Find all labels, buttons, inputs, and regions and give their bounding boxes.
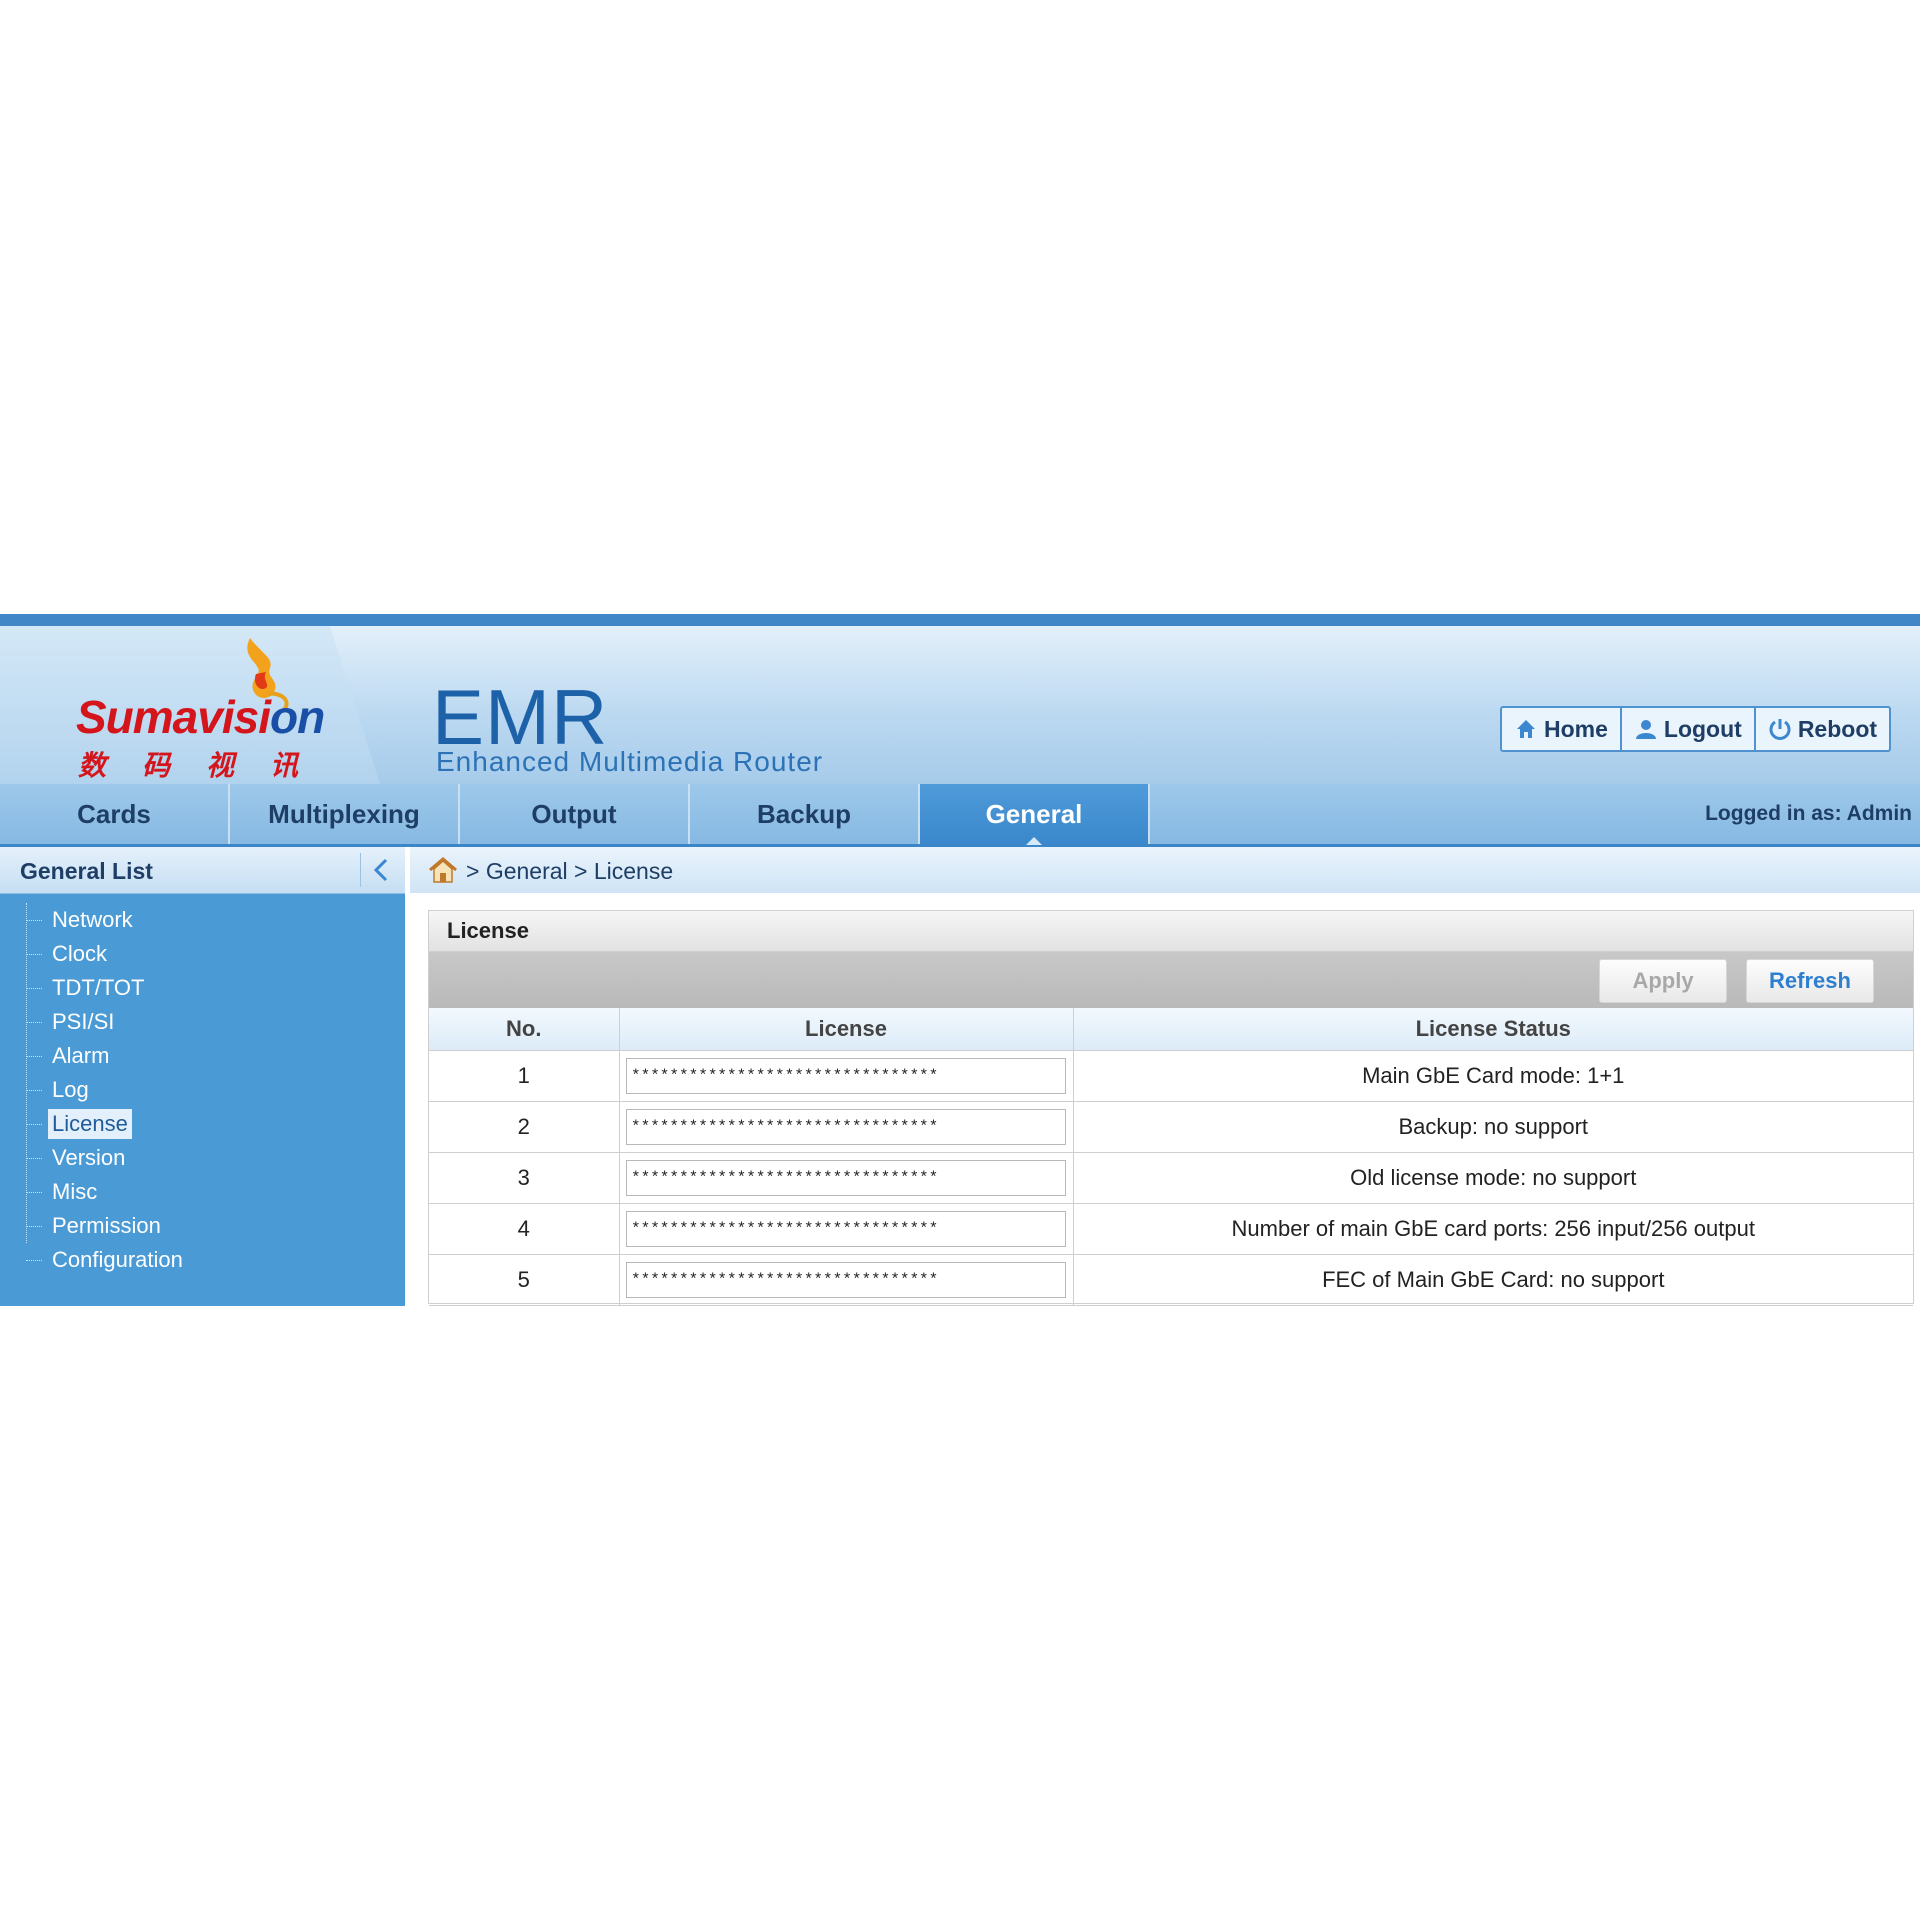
sidebar-item-network[interactable]: Network: [26, 903, 187, 937]
sidebar-item-configuration[interactable]: Configuration: [26, 1243, 187, 1277]
divider: [360, 853, 361, 887]
sidebar-item-psi-si[interactable]: PSI/SI: [26, 1005, 187, 1039]
tab-cards[interactable]: Cards: [0, 784, 230, 844]
sidebar-item-label: Log: [52, 1077, 89, 1102]
license-input[interactable]: [626, 1058, 1066, 1094]
table-header-row: No. License License Status: [429, 1008, 1913, 1051]
tab-backup[interactable]: Backup: [690, 784, 920, 844]
license-input[interactable]: [626, 1160, 1066, 1196]
table-row: 1 Main GbE Card mode: 1+1: [429, 1050, 1913, 1102]
sidebar-item-label: Configuration: [52, 1247, 183, 1272]
license-cell: [619, 1101, 1074, 1153]
logo-text-tail: on: [270, 691, 325, 743]
refresh-button[interactable]: Refresh: [1746, 959, 1874, 1003]
sidebar-item-label: Permission: [52, 1213, 161, 1238]
sidebar-item-label: Network: [52, 907, 133, 932]
collapse-sidebar-icon[interactable]: [370, 857, 394, 883]
table-row: 2 Backup: no support: [429, 1101, 1913, 1153]
table-row: 5 FEC of Main GbE Card: no support: [429, 1254, 1913, 1306]
table-row: 4 Number of main GbE card ports: 256 inp…: [429, 1203, 1913, 1255]
breadcrumb: > General > License: [410, 847, 1920, 893]
logo-text-main: Sumavisi: [76, 691, 271, 743]
row-number: 4: [429, 1203, 620, 1255]
reboot-button[interactable]: Reboot: [1756, 708, 1889, 750]
logged-in-status: Logged in as: Admin: [1705, 802, 1912, 825]
logout-button[interactable]: Logout: [1622, 708, 1756, 750]
sidebar-item-label: Alarm: [52, 1043, 110, 1068]
license-status: Old license mode: no support: [1073, 1152, 1913, 1204]
tab-output[interactable]: Output: [460, 784, 690, 844]
sidebar-item-tdt-tot[interactable]: TDT/TOT: [26, 971, 187, 1005]
sidebar-header: General List: [0, 847, 405, 894]
user-icon: [1635, 720, 1656, 739]
sidebar-item-permission[interactable]: Permission: [26, 1209, 187, 1243]
main-nav: Cards Multiplexing Output Backup General…: [0, 784, 1920, 847]
home-icon: [1517, 720, 1535, 738]
sidebar-item-label: PSI/SI: [52, 1009, 115, 1034]
sidebar-item-alarm[interactable]: Alarm: [26, 1039, 187, 1073]
sidebar-tree: Network Clock TDT/TOT PSI/SI Alarm Log L…: [26, 903, 187, 1277]
column-header-status: License Status: [1073, 1008, 1913, 1051]
apply-button[interactable]: Apply: [1599, 959, 1727, 1003]
home-button[interactable]: Home: [1502, 708, 1622, 750]
column-header-no: No.: [429, 1008, 620, 1051]
license-cell: [619, 1050, 1074, 1102]
license-cell: [619, 1152, 1074, 1204]
license-status: Main GbE Card mode: 1+1: [1073, 1050, 1913, 1102]
sidebar-item-version[interactable]: Version: [26, 1141, 187, 1175]
top-accent-line: [0, 614, 1920, 626]
license-status: Number of main GbE card ports: 256 input…: [1073, 1203, 1913, 1255]
logout-label: Logout: [1663, 715, 1742, 742]
breadcrumb-path: > General > License: [466, 858, 674, 884]
panel-toolbar: Apply Refresh: [429, 952, 1913, 1008]
tab-multiplexing[interactable]: Multiplexing: [230, 784, 460, 844]
row-number: 3: [429, 1152, 620, 1204]
license-status: Backup: no support: [1073, 1101, 1913, 1153]
sidebar-item-clock[interactable]: Clock: [26, 937, 187, 971]
sidebar-item-label: License: [48, 1109, 132, 1139]
panel-title: License: [429, 911, 1913, 952]
product-subtitle: Enhanced Multimedia Router: [436, 746, 824, 777]
logo: Sumavision 数码视讯: [0, 626, 380, 784]
sidebar-item-misc[interactable]: Misc: [26, 1175, 187, 1209]
home-label: Home: [1544, 715, 1608, 742]
row-number: 1: [429, 1050, 620, 1102]
column-header-license: License: [619, 1008, 1074, 1051]
license-cell: [619, 1203, 1074, 1255]
sidebar-title: General List: [20, 858, 153, 884]
header: Sumavision 数码视讯 EMR Enhanced Multimedia …: [0, 626, 1920, 784]
sidebar-item-label: Version: [52, 1145, 126, 1170]
sidebar-item-license[interactable]: License: [26, 1107, 187, 1141]
license-cell: [619, 1254, 1074, 1306]
sidebar-item-label: Clock: [52, 941, 108, 966]
license-status: FEC of Main GbE Card: no support: [1073, 1254, 1913, 1306]
header-button-group: Home Logout Reboot: [1500, 706, 1892, 752]
sidebar-item-label: TDT/TOT: [52, 975, 145, 1000]
license-table: No. License License Status 1 Main GbE Ca…: [429, 1008, 1913, 1306]
logo-chinese: 数码视讯: [78, 749, 335, 782]
power-icon: [1769, 719, 1791, 740]
license-panel: License Apply Refresh No. License Licens…: [428, 910, 1914, 1306]
reboot-label: Reboot: [1797, 715, 1878, 742]
license-input[interactable]: [626, 1109, 1066, 1145]
row-number: 2: [429, 1101, 620, 1153]
row-number: 5: [429, 1254, 620, 1306]
license-input[interactable]: [626, 1262, 1066, 1298]
home-icon[interactable]: [428, 856, 458, 884]
sidebar-item-label: Misc: [52, 1179, 98, 1204]
tab-general[interactable]: General: [920, 784, 1150, 845]
app-window: Sumavision 数码视讯 EMR Enhanced Multimedia …: [0, 614, 1920, 1306]
license-input[interactable]: [626, 1211, 1066, 1247]
table-row: 3 Old license mode: no support: [429, 1152, 1913, 1204]
sidebar-item-log[interactable]: Log: [26, 1073, 187, 1107]
sidebar: General List Network Clock TDT/TOT PSI/S…: [0, 847, 405, 1306]
